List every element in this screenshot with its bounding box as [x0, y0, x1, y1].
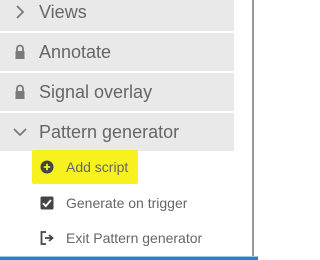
section-annotate-label: Annotate [39, 42, 112, 62]
chevron-right-icon [10, 0, 30, 31]
plus-circle-icon [39, 151, 55, 183]
add-script-label: Add script [66, 159, 129, 175]
generate-on-trigger-menu-item[interactable]: Generate on trigger [0, 187, 234, 219]
chevron-down-icon [10, 113, 30, 151]
section-views-label: Views [39, 2, 87, 22]
checkbox-checked-icon[interactable] [39, 187, 55, 219]
add-script-menu-item[interactable]: Add script [0, 151, 234, 183]
lock-icon [10, 33, 30, 71]
section-annotate[interactable]: Annotate [0, 33, 234, 71]
bottom-accent-strip [0, 256, 258, 260]
bottom-accent-highlight [0, 256, 258, 257]
exit-pattern-generator-label: Exit Pattern generator [66, 230, 203, 246]
exit-icon [39, 222, 55, 254]
section-views[interactable]: Views [0, 0, 234, 31]
side-panel: Views Annotate Signal overlay Pattern ge… [0, 0, 252, 260]
panel-edge-scrollbar[interactable] [252, 0, 254, 256]
section-signal-overlay[interactable]: Signal overlay [0, 73, 234, 111]
section-signal-overlay-label: Signal overlay [39, 82, 153, 102]
section-pattern-generator-label: Pattern generator [39, 122, 180, 142]
exit-pattern-generator-menu-item[interactable]: Exit Pattern generator [0, 222, 234, 254]
generate-on-trigger-label: Generate on trigger [66, 195, 188, 211]
section-pattern-generator[interactable]: Pattern generator [0, 113, 234, 151]
lock-icon [10, 73, 30, 111]
